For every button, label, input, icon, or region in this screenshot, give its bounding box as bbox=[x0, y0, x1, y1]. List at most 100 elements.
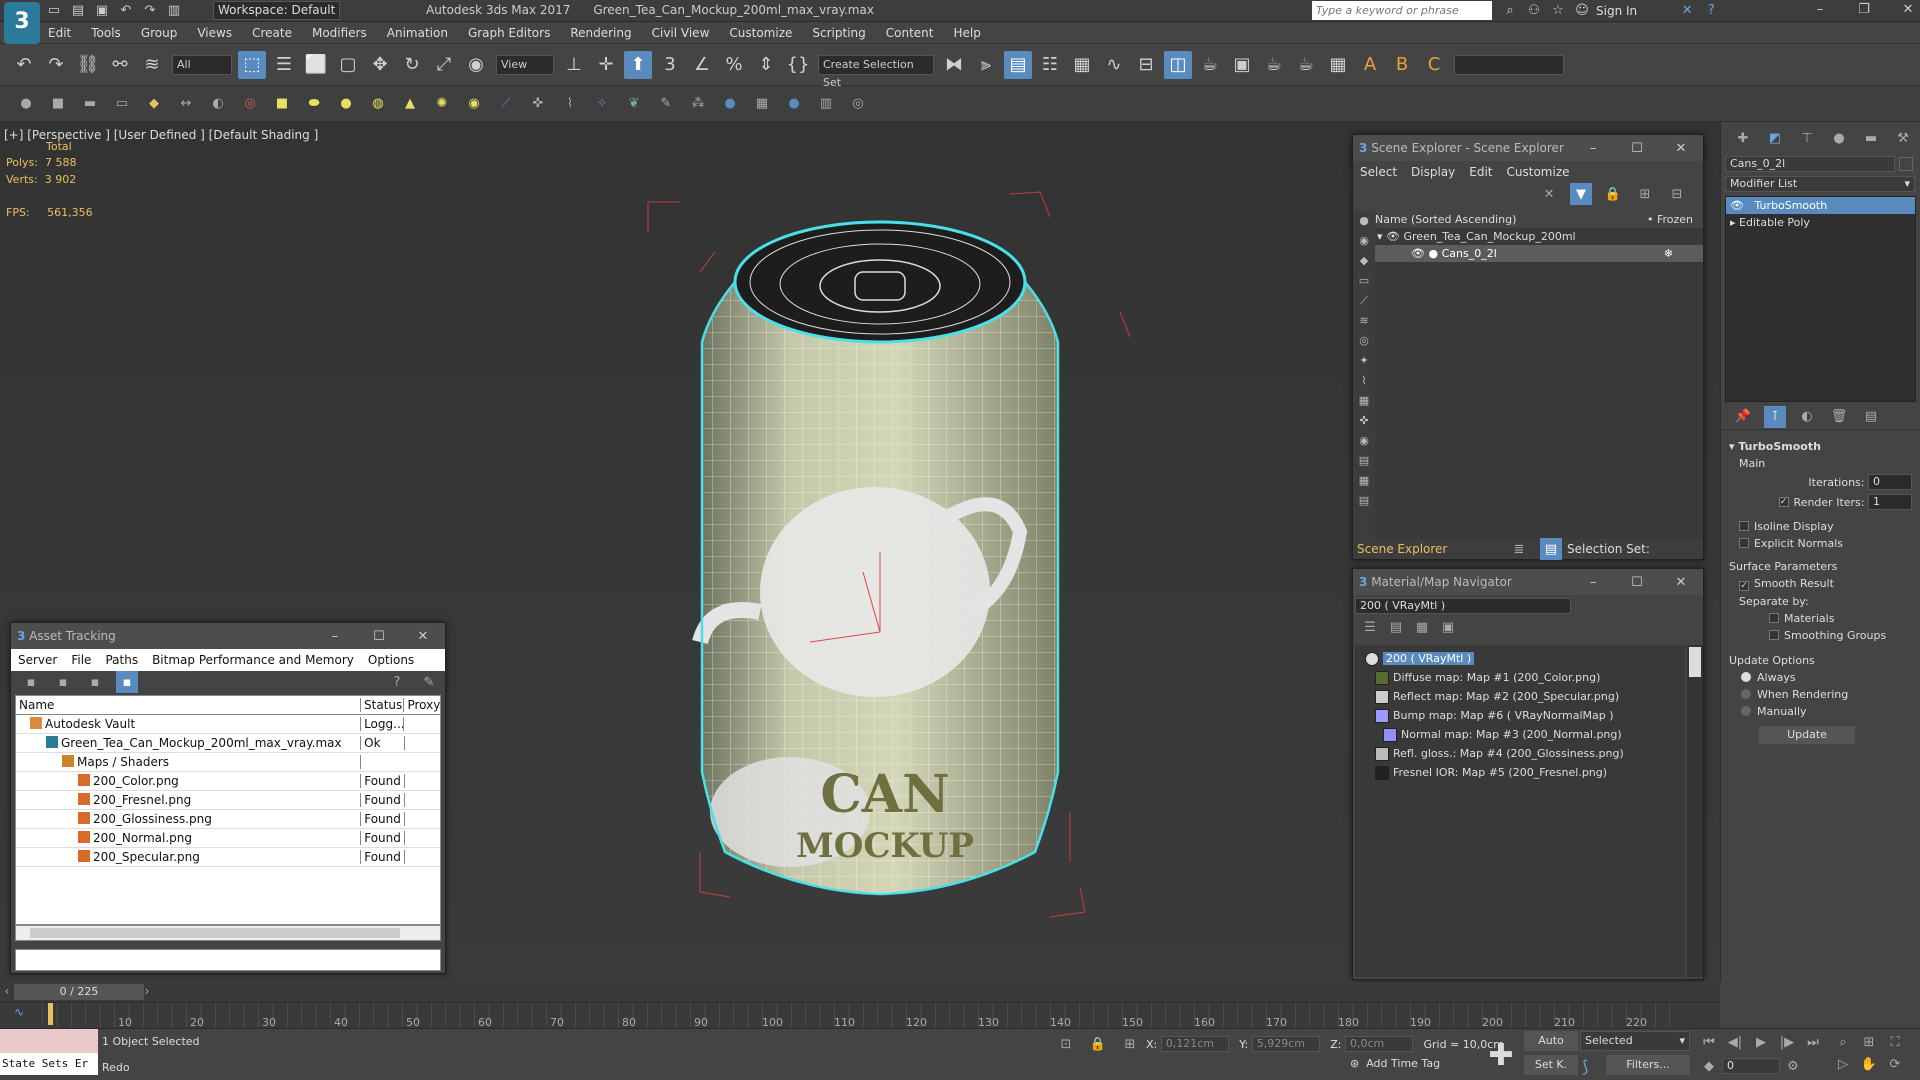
materials-checkbox[interactable] bbox=[1769, 613, 1779, 623]
scroll-thumb[interactable] bbox=[30, 928, 400, 938]
time-config-icon[interactable]: ⚙ bbox=[1782, 1055, 1804, 1077]
pin-stack-icon[interactable]: 📌 bbox=[1732, 406, 1754, 428]
map-item[interactable]: Bump map: Map #6 ( VRayNormalMap ) bbox=[1355, 706, 1685, 725]
close-icon[interactable]: ✕ bbox=[1659, 141, 1703, 156]
z-coord-field[interactable]: 0,0cm bbox=[1344, 1036, 1413, 1052]
named-selection-dropdown[interactable]: Create Selection Set bbox=[818, 54, 934, 89]
maximize-icon[interactable]: ☐ bbox=[1615, 141, 1659, 156]
when-rendering-row[interactable]: When Rendering bbox=[1741, 688, 1912, 701]
select-object-icon[interactable]: ⬚ bbox=[238, 50, 266, 79]
smoothing-groups-checkbox[interactable] bbox=[1769, 630, 1779, 640]
key-mode-toggle-icon[interactable]: ◆ bbox=[1698, 1055, 1720, 1077]
set-key-filters-icon[interactable]: ⟆ bbox=[1582, 1057, 1588, 1076]
material-tree-scrollbar[interactable] bbox=[1687, 645, 1703, 977]
menu-animation[interactable]: Animation bbox=[377, 22, 458, 44]
pan-icon[interactable]: ✋ bbox=[1858, 1053, 1880, 1075]
scene-explorer-dropdown[interactable]: Scene Explorer bbox=[1353, 542, 1503, 556]
undo-icon[interactable]: ↶ bbox=[10, 51, 38, 79]
modifier-list-dropdown[interactable]: Modifier List ▾ bbox=[1725, 176, 1915, 192]
text-b-icon[interactable]: B bbox=[1388, 51, 1416, 79]
modify-tab-icon[interactable]: ◩ bbox=[1764, 127, 1786, 149]
selection-sets-icon[interactable]: ▤ bbox=[1540, 538, 1562, 560]
next-key-icon[interactable]: |▶ bbox=[1776, 1031, 1798, 1053]
prev-frame-icon[interactable]: ‹ bbox=[0, 984, 14, 1000]
select-by-name-icon[interactable]: ☰ bbox=[270, 51, 298, 79]
clear-icon[interactable]: ✕ bbox=[1538, 183, 1560, 205]
show-end-result-icon[interactable]: ⊺ bbox=[1764, 405, 1786, 428]
menu-paths[interactable]: Paths bbox=[98, 653, 145, 667]
view-list-thumbs-icon[interactable]: ▤ bbox=[1385, 616, 1407, 638]
asset-tracking-titlebar[interactable]: 3 Asset Tracking – ☐ ✕ bbox=[11, 623, 445, 649]
menu-customize[interactable]: Customize bbox=[719, 22, 802, 44]
eye-icon[interactable]: 👁 bbox=[1411, 247, 1425, 260]
fx-icon[interactable]: ✎ bbox=[655, 93, 677, 115]
time-slider-thumb[interactable]: 0 / 225 bbox=[14, 984, 144, 1000]
edit-named-sel-icon[interactable]: {} bbox=[784, 51, 812, 79]
menu-edit[interactable]: Edit bbox=[1462, 165, 1499, 179]
cone-icon[interactable]: ⬬ bbox=[303, 93, 325, 115]
menu-help[interactable]: Help bbox=[944, 22, 991, 44]
scale-icon[interactable]: ⤢ bbox=[430, 51, 458, 79]
menu-content[interactable]: Content bbox=[876, 22, 944, 44]
spline-icon[interactable]: ⟋ bbox=[495, 93, 517, 115]
map-item[interactable]: Normal map: Map #3 (200_Normal.png) bbox=[1355, 725, 1685, 744]
go-to-end-icon[interactable]: ⏭ bbox=[1802, 1031, 1824, 1053]
restore-icon[interactable]: ❐ bbox=[1844, 1, 1884, 19]
placement-icon[interactable]: ◉ bbox=[462, 51, 490, 79]
new-file-icon[interactable]: ▭ bbox=[44, 2, 64, 20]
minimize-icon[interactable]: – bbox=[313, 629, 357, 644]
manually-radio[interactable] bbox=[1741, 706, 1751, 716]
material-editor-icon[interactable]: ◫ bbox=[1164, 50, 1192, 79]
orbit-icon[interactable]: ⟳ bbox=[1884, 1053, 1906, 1075]
map-item[interactable]: Fresnel IOR: Map #5 (200_Fresnel.png) bbox=[1355, 763, 1685, 782]
object-color-swatch[interactable] bbox=[1899, 157, 1913, 171]
table-row[interactable]: Green_Tea_Can_Mockup_200ml_max_vray.max O… bbox=[16, 734, 440, 753]
percent-snap-icon[interactable]: % bbox=[720, 51, 748, 79]
filter-icon[interactable]: ▼ bbox=[1570, 183, 1592, 205]
smooth-result-row[interactable]: ✓ Smooth Result bbox=[1739, 577, 1912, 591]
scroll-thumb[interactable] bbox=[1689, 647, 1701, 677]
scene-search-input[interactable] bbox=[1377, 186, 1533, 202]
globe-icon[interactable]: ● bbox=[719, 93, 741, 115]
y-coord-field[interactable]: 5,929cm bbox=[1251, 1036, 1320, 1052]
unlink-icon[interactable]: ⚯ bbox=[106, 51, 134, 79]
keyboard-shortcut-icon[interactable]: ⬆ bbox=[624, 50, 652, 79]
dot-icon[interactable]: ● bbox=[783, 93, 805, 115]
track-bar[interactable]: ∿ 10 20 30 40 50 60 70 80 90 100 110 120… bbox=[0, 1002, 1720, 1029]
configure-sets-icon[interactable]: ▤ bbox=[1860, 406, 1882, 428]
smooth-result-checkbox[interactable]: ✓ bbox=[1739, 581, 1749, 591]
always-radio-row[interactable]: Always bbox=[1741, 671, 1912, 684]
make-unique-icon[interactable]: ◐ bbox=[1796, 406, 1818, 428]
modifier-item-editable-poly[interactable]: ▸ Editable Poly bbox=[1726, 214, 1915, 231]
menu-tools[interactable]: Tools bbox=[81, 22, 131, 44]
move-icon[interactable]: ✥ bbox=[366, 51, 394, 79]
table-row[interactable]: 200_Glossiness.png Found bbox=[16, 810, 440, 829]
eye-icon[interactable]: 👁 bbox=[1386, 230, 1400, 243]
isoline-row[interactable]: Isoline Display bbox=[1739, 520, 1912, 533]
render-setup-icon[interactable]: ☕ bbox=[1196, 51, 1224, 79]
object-name-field[interactable]: Cans_0_2l bbox=[1725, 156, 1895, 172]
asset-h-scrollbar[interactable] bbox=[15, 925, 441, 941]
text-a-icon[interactable]: A bbox=[1356, 51, 1384, 79]
bind-space-warp-icon[interactable]: ≋ bbox=[138, 51, 166, 79]
remove-modifier-icon[interactable]: 🗑 bbox=[1828, 406, 1850, 428]
render-icon[interactable]: ☕ bbox=[1260, 51, 1288, 79]
expand-icon[interactable]: ▾ bbox=[1377, 230, 1383, 243]
freeze-icon[interactable]: ❄ bbox=[1664, 247, 1673, 260]
material-name-field[interactable]: 200 ( VRayMtl ) bbox=[1355, 598, 1571, 614]
curve-editor-icon[interactable]: ∿ bbox=[1100, 51, 1128, 79]
scene-explorer-toggle-icon[interactable]: ▤ bbox=[1004, 50, 1032, 79]
always-radio[interactable] bbox=[1741, 672, 1751, 682]
material-navigator-titlebar[interactable]: 3 Material/Map Navigator – ☐ ✕ bbox=[1353, 569, 1703, 595]
checkout-icon[interactable]: ▪ bbox=[52, 671, 74, 693]
menu-edit[interactable]: Edit bbox=[38, 22, 81, 44]
menu-select[interactable]: Select bbox=[1353, 165, 1404, 179]
bulb-icon[interactable]: 👁 bbox=[1730, 199, 1744, 212]
menu-views[interactable]: Views bbox=[187, 22, 242, 44]
menu-options[interactable]: Options bbox=[361, 653, 421, 667]
system-icon[interactable]: ✧ bbox=[591, 93, 613, 115]
auto-key-button[interactable]: Auto bbox=[1524, 1031, 1578, 1051]
user-icon[interactable]: ☺ bbox=[1572, 2, 1592, 20]
align-icon[interactable]: ⫸ bbox=[972, 51, 1000, 79]
map-item[interactable]: Diffuse map: Map #1 (200_Color.png) bbox=[1355, 668, 1685, 687]
